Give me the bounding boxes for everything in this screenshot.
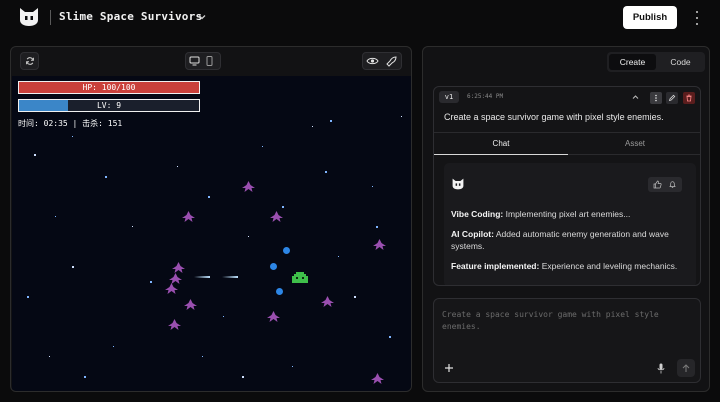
star — [338, 256, 339, 257]
bell-icon[interactable] — [668, 180, 677, 189]
cat-logo-icon — [452, 178, 464, 190]
tab-chat[interactable]: Chat — [434, 133, 568, 155]
create-tab[interactable]: Create — [609, 54, 656, 70]
chevron-down-icon[interactable] — [197, 12, 207, 22]
star — [150, 281, 152, 283]
version-title: Create a space survivor game with pixel … — [444, 112, 664, 122]
star — [113, 346, 114, 347]
device-toggle — [185, 52, 221, 70]
preview-panel: HP: 100/100 LV: 9 时间: 02:35 | 击杀: 151 — [10, 46, 412, 392]
send-button[interactable] — [677, 359, 695, 377]
rocket-icon[interactable] — [386, 56, 397, 67]
message-line-3: Feature implemented: Experience and leve… — [451, 261, 678, 271]
refresh-icon — [25, 57, 34, 65]
enemy-sprite — [172, 262, 185, 273]
enemy-sprite — [165, 283, 178, 294]
enemy-sprite — [267, 311, 280, 322]
header-divider — [50, 10, 51, 25]
star — [27, 296, 29, 298]
assistant-panel: Create Code v1 6:25:44 PM Create a space… — [422, 46, 710, 392]
thumbs-up-icon[interactable] — [653, 180, 662, 189]
game-canvas[interactable]: HP: 100/100 LV: 9 时间: 02:35 | 击杀: 151 — [12, 76, 411, 391]
star — [72, 136, 73, 137]
star — [389, 336, 391, 338]
publish-button[interactable]: Publish — [623, 6, 677, 29]
enemy-sprite — [182, 211, 195, 222]
star — [105, 176, 107, 178]
hp-bar: HP: 100/100 — [18, 81, 200, 94]
star — [354, 296, 356, 298]
star — [376, 226, 378, 228]
enemy-sprite — [184, 299, 197, 310]
chat-asset-tabs: Chat Asset — [434, 132, 700, 155]
orbit-bullet — [270, 263, 277, 270]
enemy-sprite — [242, 181, 255, 192]
send-arrow-icon — [682, 363, 690, 372]
prompt-placeholder[interactable]: Create a space survivor game with pixel … — [442, 309, 692, 333]
enemy-sprite — [321, 296, 334, 307]
star — [401, 116, 402, 117]
star — [262, 146, 263, 147]
assistant-message: Vibe Coding: Implementing pixel art enem… — [444, 163, 696, 285]
feedback-buttons — [648, 177, 682, 192]
laser-shot — [222, 276, 238, 278]
eye-icon[interactable] — [366, 57, 379, 65]
level-label: LV: 9 — [96, 101, 122, 110]
enemy-sprite — [168, 319, 181, 330]
tab-asset[interactable]: Asset — [568, 133, 700, 155]
message-line-2: AI Copilot: Added automatic enemy genera… — [451, 229, 669, 251]
view-actions — [362, 52, 402, 70]
top-header: Slime Space Survivors Publish — [0, 0, 720, 36]
orbit-bullet — [283, 247, 290, 254]
enemy-sprite — [270, 211, 283, 222]
edit-icon[interactable] — [666, 92, 678, 104]
enemy-sprite — [371, 373, 384, 384]
orbit-bullet — [276, 288, 283, 295]
star — [223, 316, 224, 317]
more-icon[interactable] — [650, 92, 662, 104]
star — [132, 226, 133, 227]
star — [72, 266, 74, 268]
delete-icon[interactable] — [683, 92, 695, 104]
code-tab[interactable]: Code — [658, 54, 703, 70]
star — [248, 236, 249, 237]
mode-switch: Create Code — [607, 52, 705, 72]
mobile-icon[interactable] — [206, 56, 213, 66]
star — [84, 376, 86, 378]
star — [202, 356, 203, 357]
level-bar: LV: 9 — [18, 99, 200, 112]
enemy-sprite — [373, 239, 386, 250]
star — [242, 376, 244, 378]
star — [177, 166, 178, 167]
prompt-input[interactable]: Create a space survivor game with pixel … — [433, 298, 701, 383]
star — [282, 206, 284, 208]
star — [34, 154, 36, 156]
microphone-icon[interactable] — [657, 363, 665, 374]
cat-logo-icon[interactable] — [18, 7, 40, 27]
chevron-up-icon[interactable] — [632, 94, 639, 100]
star — [292, 366, 293, 367]
refresh-button[interactable] — [20, 52, 39, 70]
version-card: v1 6:25:44 PM Create a space survivor ga… — [433, 86, 701, 286]
desktop-icon[interactable] — [189, 56, 200, 66]
star — [330, 120, 332, 122]
app-title[interactable]: Slime Space Survivors — [59, 10, 202, 23]
version-badge: v1 — [439, 91, 459, 103]
star — [372, 186, 373, 187]
message-line-1: Vibe Coding: Implementing pixel art enem… — [451, 209, 631, 219]
star — [312, 126, 313, 127]
hp-label: HP: 100/100 — [82, 83, 136, 92]
star — [49, 356, 50, 357]
laser-shot — [194, 276, 210, 278]
version-timestamp: 6:25:44 PM — [467, 93, 504, 100]
star — [325, 171, 327, 173]
star — [208, 196, 210, 198]
star — [55, 216, 56, 217]
player-slime — [292, 272, 308, 283]
plus-icon[interactable] — [444, 363, 454, 373]
time-kills-readout: 时间: 02:35 | 击杀: 151 — [18, 119, 123, 128]
more-vertical-icon[interactable] — [693, 11, 701, 25]
